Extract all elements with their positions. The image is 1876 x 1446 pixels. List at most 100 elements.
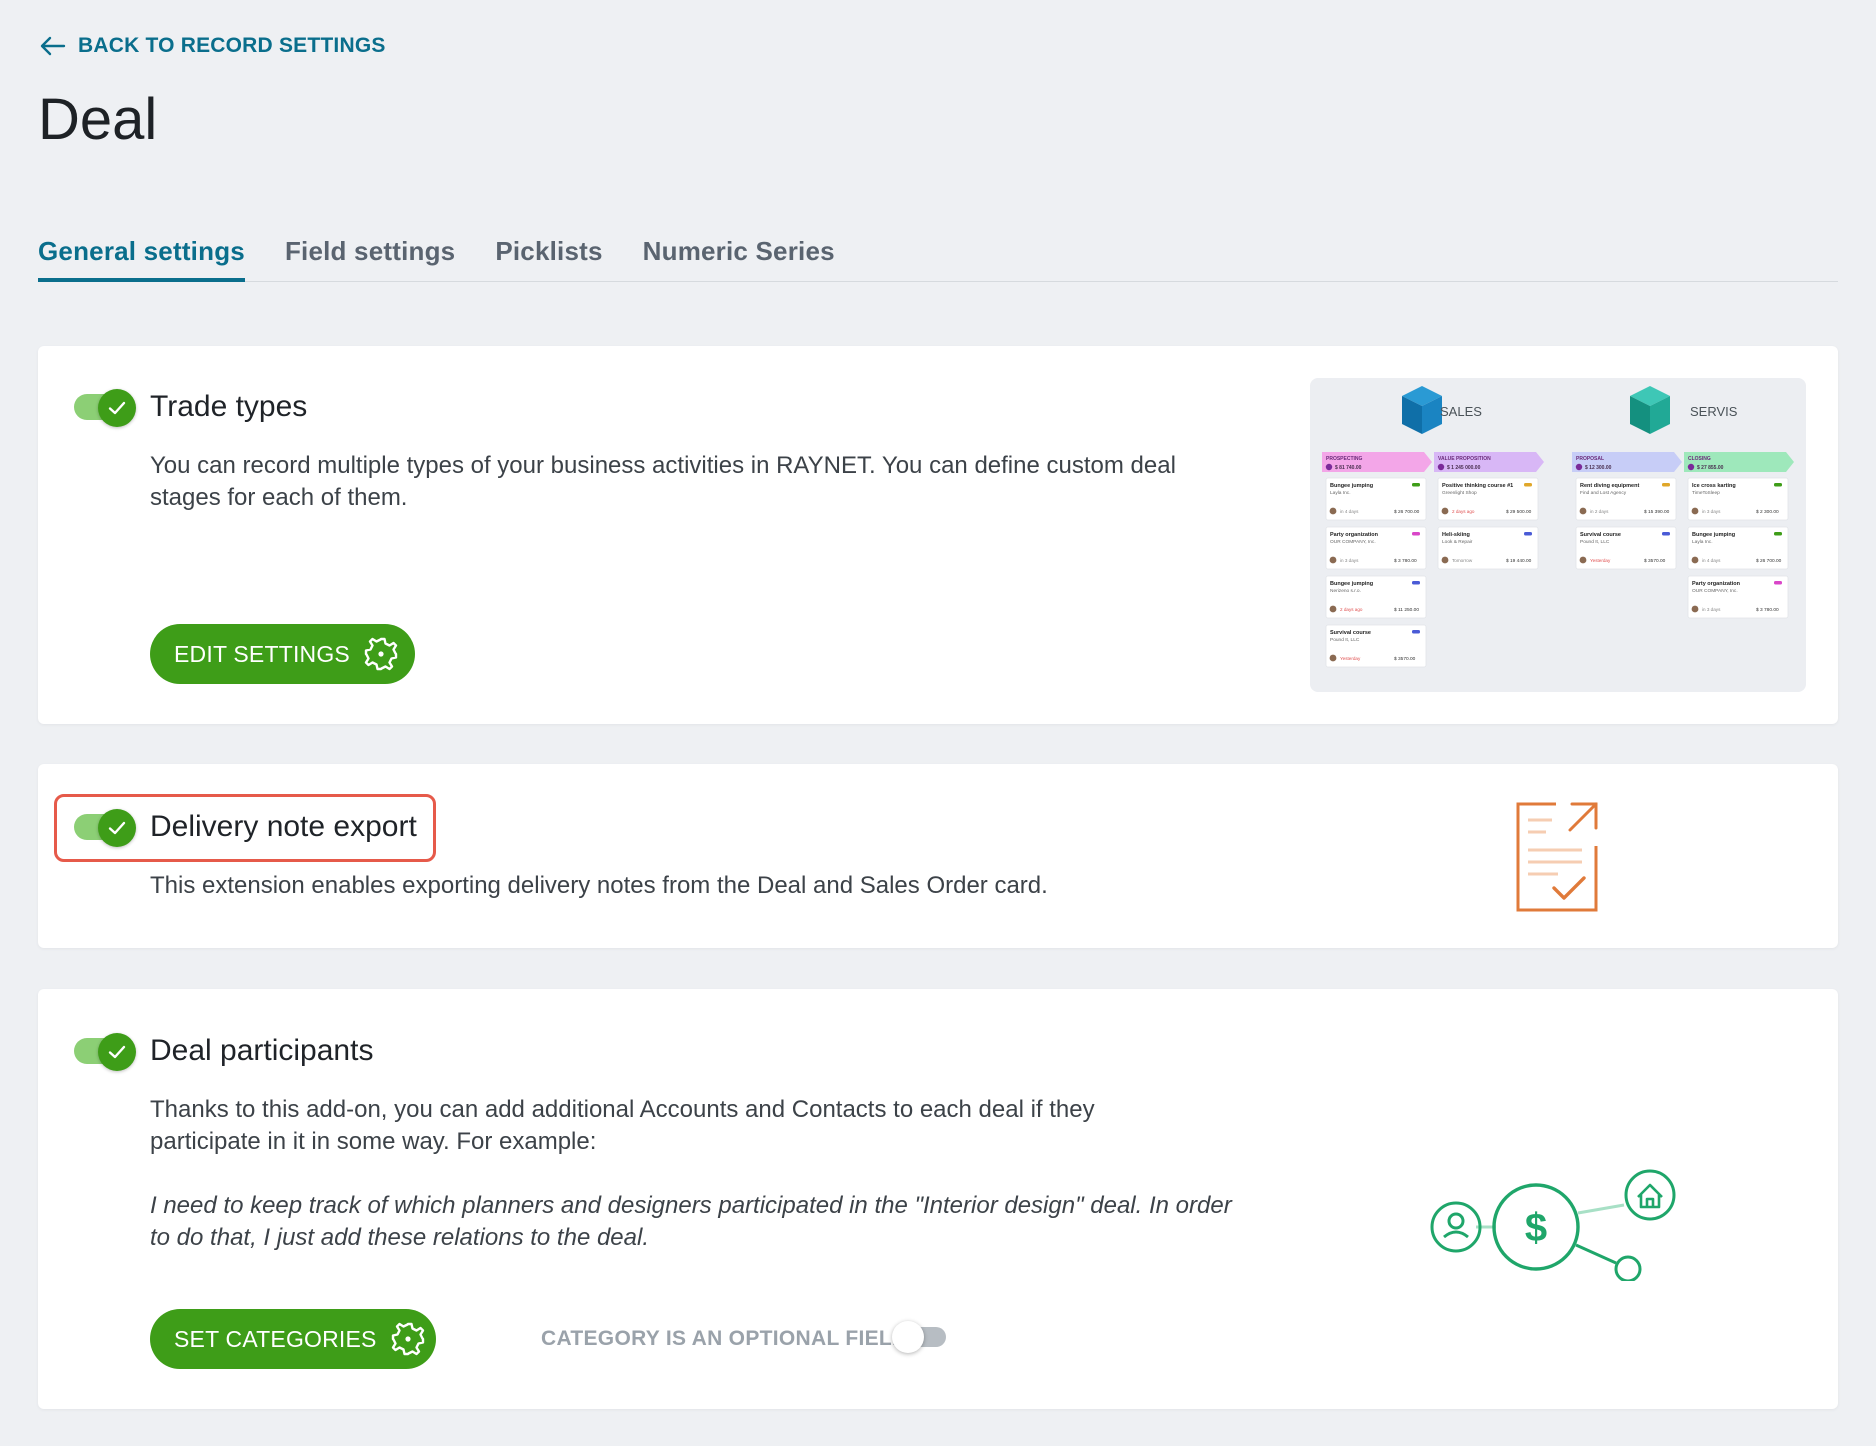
home-icon (1624, 1169, 1676, 1221)
trade-types-preview: SALES SERVIS PROSPECTING $ 81 740.00 Bunge… (1310, 378, 1806, 692)
kanban-card-title: Survival course (1580, 532, 1621, 538)
kanban-card-title: Party organization (1330, 532, 1379, 538)
gear-icon (364, 637, 398, 671)
kanban-card-company: Layla Inc. (1692, 539, 1713, 545)
kanban-card-avatar (1329, 605, 1337, 613)
kanban-card-avatar (1579, 507, 1587, 515)
kanban-card-title: Bungee jumping (1692, 532, 1735, 538)
kanban-card-date: in 3 days (1702, 509, 1721, 514)
dollar-icon: $ (1492, 1183, 1580, 1271)
trade-types-title: Trade types (150, 390, 308, 423)
stage-total: $ 12 300.00 (1585, 465, 1612, 471)
check-icon (108, 821, 126, 835)
delivery-note-title: Delivery note export (150, 810, 417, 843)
kanban-card-company: Pound It, LLC (1580, 539, 1610, 545)
kanban-card-tag (1524, 483, 1532, 487)
stage-total: $ 27 855.00 (1697, 465, 1724, 471)
tab-general-settings[interactable]: General settings (38, 232, 245, 282)
kanban-card-amount: $ 15 390.00 (1644, 509, 1670, 515)
kanban-card-amount: $ 3570.00 (1644, 558, 1666, 564)
document-export-icon (1516, 802, 1598, 912)
kanban-card-title: Party organization (1692, 581, 1741, 587)
kanban-card-amount: $ 19 440.00 (1506, 558, 1532, 564)
category-optional-toggle[interactable] (890, 1319, 950, 1353)
servis-cube-icon (1630, 386, 1670, 434)
kanban-card-avatar (1441, 507, 1449, 515)
kanban-card-tag (1412, 630, 1420, 634)
delivery-note-toggle[interactable] (72, 809, 136, 847)
settings-tabs: General settings Field settings Picklist… (38, 232, 1838, 282)
kanban-card-tag (1412, 483, 1420, 487)
kanban-card-date: in 4 days (1340, 509, 1359, 514)
kanban-card-amount: $ 29 500.00 (1506, 509, 1532, 515)
kanban-card-avatar (1691, 605, 1699, 613)
kanban-card-avatar (1691, 507, 1699, 515)
check-icon (108, 401, 126, 415)
kanban-card-amount: $ 26 700.00 (1756, 558, 1782, 564)
stage-count-badge (1687, 463, 1695, 471)
kanban-card-date: in 3 days (1702, 607, 1721, 612)
kanban-card-title: Rent diving equipment (1580, 483, 1639, 489)
person-icon (1430, 1201, 1482, 1253)
trade-types-card: Trade types You can record multiple type… (38, 346, 1838, 724)
sales-cube-icon (1402, 386, 1442, 434)
stage-count-badge (1437, 463, 1445, 471)
kanban-card-date: 2 days ago (1452, 509, 1475, 514)
stage-total: $ 81 740.00 (1335, 465, 1362, 471)
kanban-card-company: OUR COMPANY, Inc. (1330, 539, 1376, 545)
kanban-card-company: Layla Inc. (1330, 490, 1351, 496)
svg-text:$: $ (1525, 1206, 1547, 1250)
kanban-card-company: Pound It, LLC (1330, 637, 1360, 643)
kanban-card-company: Greenlight Shop (1442, 490, 1477, 496)
kanban-card-company: OUR COMPANY, Inc. (1692, 588, 1738, 594)
kanban-card-title: Ice cross karting (1692, 483, 1736, 489)
trade-types-description: You can record multiple types of your bu… (150, 452, 1176, 511)
kanban-card-amount: $ 3 780.00 (1394, 558, 1417, 564)
participants-network-icon: $ (1430, 1169, 1676, 1281)
edit-settings-label: EDIT SETTINGS (174, 640, 350, 667)
deal-participants-toggle[interactable] (72, 1033, 136, 1071)
arrow-left-icon (40, 36, 66, 56)
kanban-card-title: Bungee jumping (1330, 483, 1373, 489)
kanban-preview-image: SALES SERVIS PROSPECTING $ 81 740.00 Bunge… (1322, 386, 1794, 668)
tab-field-settings[interactable]: Field settings (285, 232, 455, 281)
kanban-card-avatar (1329, 654, 1337, 662)
kanban-card-date: Yesterday (1340, 656, 1361, 661)
kanban-card-amount: $ 3570.00 (1394, 656, 1416, 662)
kanban-card-amount: $ 2 300.00 (1756, 509, 1779, 515)
kanban-card-tag (1662, 483, 1670, 487)
stage-name: VALUE PROPOSITION (1438, 456, 1491, 462)
category-optional-label: CATEGORY IS AN OPTIONAL FIELD (541, 1327, 908, 1350)
kanban-card-title: Survival course (1330, 630, 1371, 636)
edit-settings-button[interactable]: EDIT SETTINGS (150, 624, 415, 684)
kanban-card-title: Heli-skiing (1442, 532, 1470, 538)
page-title: Deal (38, 87, 158, 152)
kanban-card-tag (1412, 532, 1420, 536)
kanban-card-company: Look & Repair (1442, 539, 1473, 545)
kanban-card-avatar (1441, 556, 1449, 564)
kanban-card-amount: $ 3 780.00 (1756, 607, 1779, 613)
kanban-card-date: 2 days ago (1340, 607, 1363, 612)
kanban-card-tag (1774, 483, 1782, 487)
deal-participants-description: Thanks to this add-on, you can add addit… (150, 1096, 1095, 1155)
kanban-card-company: TimeToSleep (1692, 490, 1720, 496)
kanban-card-tag (1662, 532, 1670, 536)
deal-participants-example: I need to keep track of which planners a… (150, 1192, 1232, 1251)
gear-icon (391, 1322, 424, 1356)
deal-participants-card: Deal participants Thanks to this add-on,… (38, 989, 1838, 1409)
kanban-card-title: Bungee jumping (1330, 581, 1373, 587)
tab-picklists[interactable]: Picklists (495, 232, 602, 281)
deal-participants-title: Deal participants (150, 1034, 374, 1067)
pipeline-label-sales: SALES (1440, 404, 1482, 419)
kanban-card-date: in 4 days (1702, 558, 1721, 563)
stage-count-badge (1325, 463, 1333, 471)
kanban-card-tag (1774, 532, 1782, 536)
kanban-card-date: Tomorrow (1452, 558, 1473, 563)
kanban-card-amount: $ 11 250.00 (1394, 607, 1419, 613)
tab-numeric-series[interactable]: Numeric Series (643, 232, 835, 281)
stage-total: $ 1 245 000.00 (1447, 465, 1481, 471)
back-to-record-settings-link[interactable]: BACK TO RECORD SETTINGS (40, 34, 386, 58)
set-categories-button[interactable]: SET CATEGORIES (150, 1309, 436, 1369)
trade-types-toggle[interactable] (72, 389, 136, 427)
stage-name: PROSPECTING (1326, 456, 1363, 462)
